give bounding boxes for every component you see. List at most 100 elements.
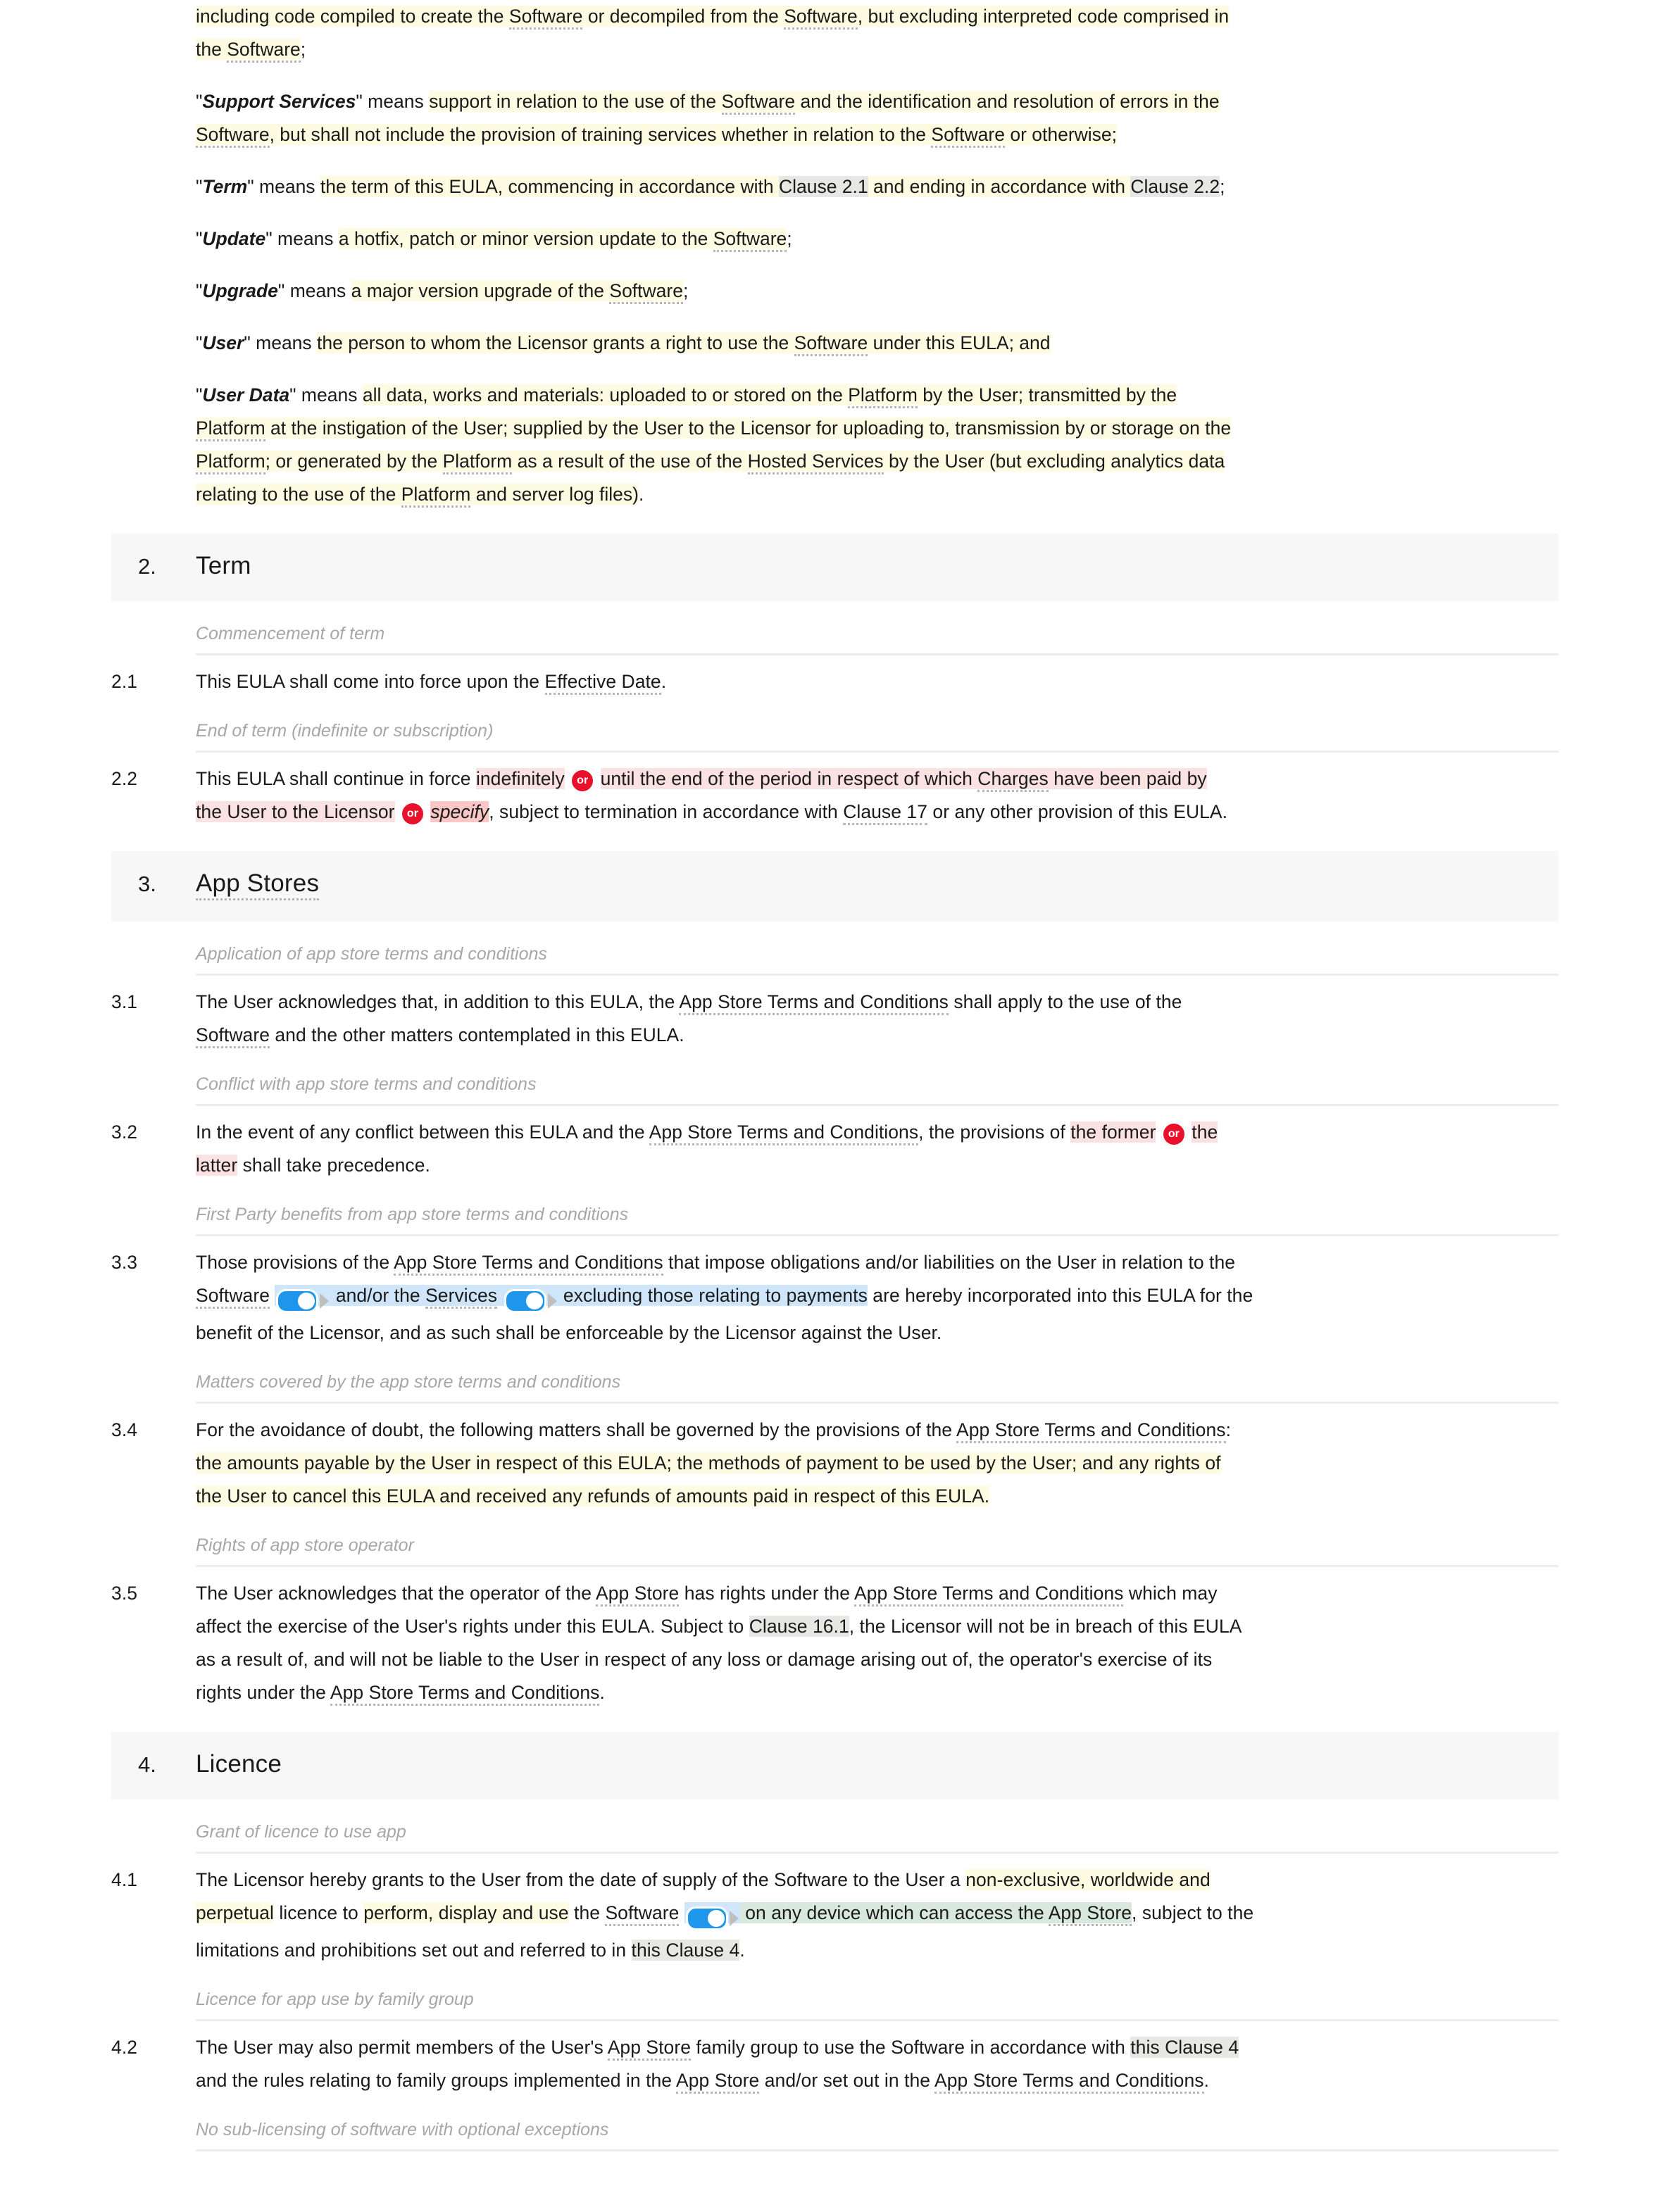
defined-term-software: Software	[794, 332, 868, 356]
subhead-commencement-of-term: Commencement of term	[196, 624, 385, 643]
toggle-knob	[298, 1293, 315, 1309]
defined-term-software: Software	[196, 124, 270, 148]
defined-term-charges: Charges	[977, 768, 1049, 792]
definition-user: "User" means the person to whom the Lice…	[196, 327, 1558, 360]
definition-support-services: "Support Services" means support in rela…	[196, 85, 1558, 151]
subhead-end-of-term: End of term (indefinite or subscription)	[196, 721, 494, 741]
chevron-right-icon	[320, 1293, 330, 1309]
toggle-switch-on[interactable]	[504, 1289, 546, 1313]
option-subscription[interactable]: until the end of the period in respect o…	[196, 768, 1207, 822]
or-badge[interactable]: or	[401, 803, 423, 824]
clause-text: The User acknowledges that, in addition …	[196, 986, 1558, 1052]
section-number: 3.	[138, 872, 156, 896]
defined-term-app-store: App Store	[607, 2037, 692, 2061]
clause-2-2: 2.2 This EULA shall continue in force in…	[0, 762, 1676, 829]
clause-number: 4.2	[111, 2037, 138, 2058]
term-label: User	[202, 332, 244, 353]
toggle-switch-on[interactable]	[685, 1906, 728, 1930]
clause-3-2: 3.2 In the event of any conflict between…	[0, 1116, 1676, 1182]
section-heading-app-stores[interactable]: 3. App Stores	[111, 851, 1558, 922]
defined-term-software: Software	[196, 1024, 270, 1048]
clause-text: This EULA shall continue in force indefi…	[196, 762, 1558, 829]
defined-term-services: Services	[425, 1285, 498, 1309]
subhead-first-party-benefits: First Party benefits from app store term…	[196, 1205, 629, 1224]
term-label: Term	[202, 176, 248, 197]
chevron-right-icon	[547, 1293, 557, 1309]
divider	[196, 653, 1558, 655]
clause-2-1: 2.1 This EULA shall come into force upon…	[0, 665, 1676, 698]
defined-term-platform: Platform	[442, 451, 513, 475]
clause-number: 3.2	[111, 1121, 138, 1143]
or-badge[interactable]: or	[1163, 1124, 1184, 1145]
optional-clause-toggle[interactable]	[276, 1283, 330, 1316]
defined-term-software: Software	[784, 6, 858, 30]
clause-ref-this-clause-4[interactable]: this Clause 4	[631, 1940, 740, 1961]
clause-number: 2.2	[111, 768, 138, 789]
defined-term-app-store-terms: App Store Terms and Conditions	[679, 991, 949, 1015]
toggle-switch-on[interactable]	[276, 1289, 319, 1313]
defined-term-platform: Platform	[401, 484, 471, 508]
divider	[196, 974, 1558, 976]
clause-ref-16-1[interactable]: Clause 16.1	[749, 1616, 849, 1637]
clause-text: For the avoidance of doubt, the followin…	[196, 1419, 1231, 1507]
subhead-conflict-with-app-store-terms: Conflict with app store terms and condit…	[196, 1074, 537, 1094]
defined-term-effective-date: Effective Date	[544, 671, 661, 695]
term-label: Support Services	[202, 91, 356, 112]
document-page: including code compiled to create the So…	[0, 0, 1676, 2166]
defined-term-app-store: App Store	[1048, 1902, 1132, 1926]
clause-ref-this-clause-4[interactable]: this Clause 4	[1130, 2037, 1239, 2058]
toggle-knob	[525, 1293, 543, 1309]
defined-term-software: Software	[931, 124, 1005, 148]
defined-term-app-store: App Store	[676, 2070, 760, 2094]
section-title: App Stores	[196, 869, 320, 900]
clause-ref-2-2[interactable]: Clause 2.2	[1130, 176, 1220, 197]
defined-term-hosted-services: Hosted Services	[747, 451, 884, 475]
divider	[196, 2019, 1558, 2021]
clause-3-3: 3.3 Those provisions of the App Store Te…	[0, 1246, 1676, 1350]
subhead-licence-for-family-group: Licence for app use by family group	[196, 1990, 474, 2009]
section-heading-term[interactable]: 2. Term	[111, 534, 1558, 601]
defined-term-app-store-terms: App Store Terms and Conditions	[956, 1419, 1226, 1443]
option-the-former[interactable]: the former	[1070, 1121, 1156, 1143]
divider	[196, 1234, 1558, 1236]
clause-4-2: 4.2 The User may also permit members of …	[0, 2031, 1676, 2097]
defined-term-software: Software	[605, 1902, 680, 1926]
definition-term: "Term" means the term of this EULA, comm…	[196, 176, 1225, 197]
toggle-knob	[707, 1910, 725, 1927]
clause-text: The Licensor hereby grants to the User f…	[196, 1869, 1254, 1961]
section-title: Term	[196, 552, 251, 579]
option-specify[interactable]: specify	[430, 801, 489, 822]
divider	[196, 1104, 1558, 1106]
defined-term-platform: Platform	[848, 384, 918, 408]
divider	[196, 750, 1558, 753]
option-indefinitely[interactable]: indefinitely	[475, 768, 565, 789]
defined-term-software: Software	[508, 6, 583, 30]
clause-text: In the event of any conflict between thi…	[196, 1121, 1218, 1176]
clause-3-5: 3.5 The User acknowledges that the opera…	[0, 1577, 1676, 1709]
or-badge[interactable]: or	[572, 770, 594, 791]
divider	[196, 2149, 1558, 2151]
definitions-block: including code compiled to create the So…	[0, 0, 1676, 511]
defined-term-software: Software	[713, 228, 787, 252]
subhead-grant-of-licence: Grant of licence to use app	[196, 1822, 406, 1842]
divider	[196, 1852, 1558, 1854]
clause-number: 3.5	[111, 1583, 138, 1604]
defined-term-software: Software	[721, 91, 796, 115]
section-number: 2.	[138, 554, 156, 579]
term-label: User Data	[202, 384, 290, 406]
defined-term-app-store-terms: App Store Terms and Conditions	[853, 1583, 1124, 1607]
clause-number: 3.3	[111, 1252, 138, 1273]
optional-clause-toggle[interactable]	[685, 1901, 739, 1934]
clause-ref-2-1[interactable]: Clause 2.1	[778, 176, 868, 197]
definition-user-data: "User Data" means all data, works and ma…	[196, 379, 1558, 511]
defined-term-software: Software	[196, 1285, 270, 1309]
optional-clause-toggle[interactable]	[504, 1283, 557, 1316]
clause-number: 3.4	[111, 1419, 138, 1440]
section-heading-licence[interactable]: 4. Licence	[111, 1732, 1558, 1799]
clause-ref-17[interactable]: Clause 17	[843, 801, 928, 825]
defined-term-app-store-terms: App Store Terms and Conditions	[330, 1682, 600, 1706]
divider	[196, 1565, 1558, 1567]
clause-number: 3.1	[111, 991, 138, 1012]
clause-text: The User acknowledges that the operator …	[196, 1577, 1558, 1709]
definition-upgrade: "Upgrade" means a major version upgrade …	[196, 275, 1558, 308]
